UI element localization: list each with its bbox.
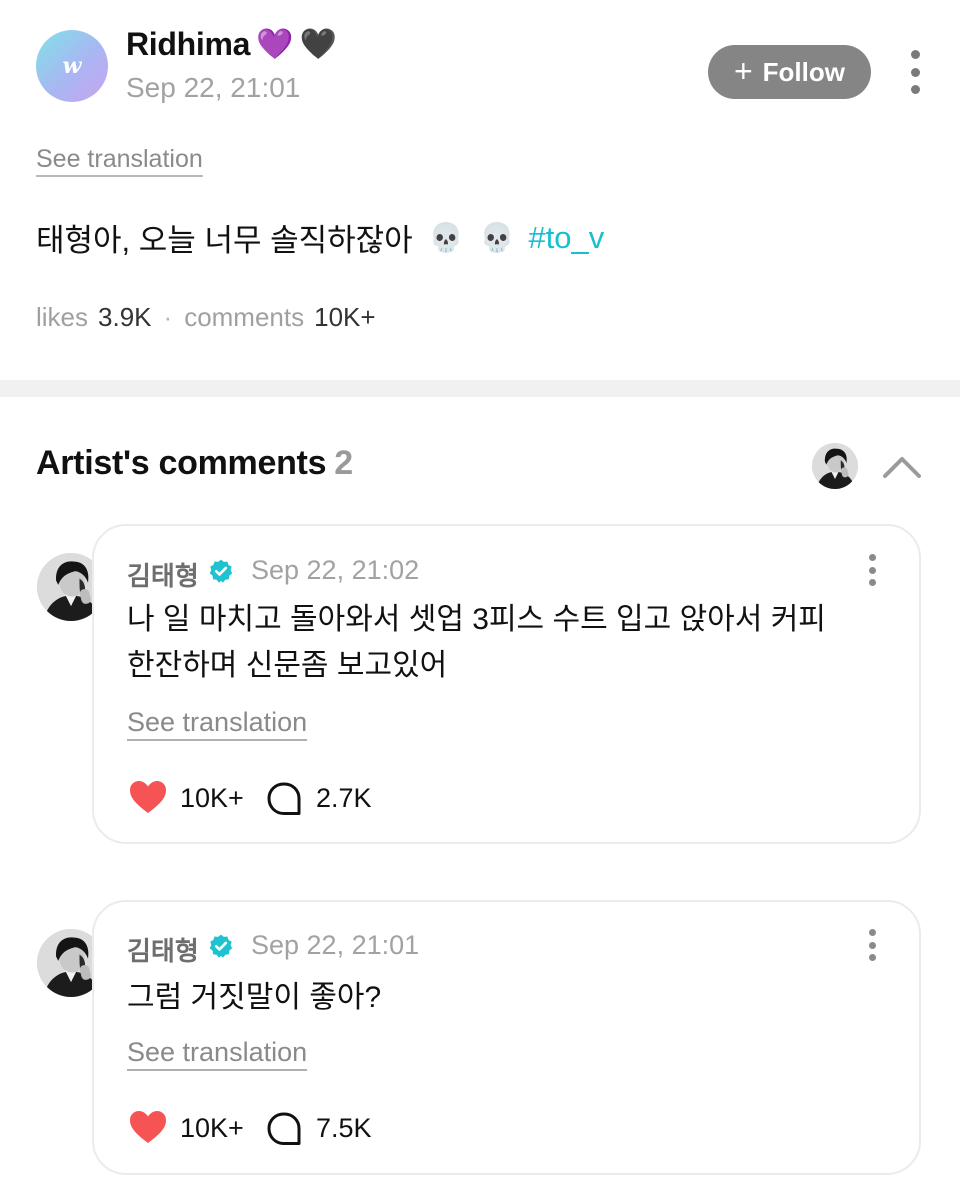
chevron-up-icon[interactable]	[880, 446, 924, 484]
reply-count: 7.5K	[316, 1113, 372, 1143]
comment-see-translation-link[interactable]: See translation	[127, 707, 307, 738]
black-heart-emoji: 🖤	[299, 26, 337, 62]
comment-text: 그럼 거짓말이 좋아?	[127, 975, 381, 1021]
plus-icon: +	[733, 52, 753, 89]
post-stats: likes 3.9K · comments 10K+	[36, 302, 376, 333]
follow-button[interactable]: + Follow	[708, 45, 871, 99]
like-count: 10K+	[180, 1113, 244, 1143]
follow-label: Follow	[762, 56, 845, 87]
likes-label: likes	[36, 302, 89, 332]
post-text: 태형아, 오늘 너무 솔직하잖아	[36, 223, 413, 258]
comments-count[interactable]: 10K+	[314, 302, 375, 333]
skull-emoji: 💀	[428, 221, 464, 254]
post-author: Ridhima 💜 🖤	[126, 26, 337, 63]
comments-label: comments	[184, 302, 305, 332]
hashtag-link[interactable]: #to_v	[528, 220, 604, 256]
comment-date: Sep 22, 21:02	[251, 555, 420, 585]
post-date: Sep 22, 21:01	[126, 72, 301, 103]
post-body: 태형아, 오늘 너무 솔직하잖아 💀 💀 #to_v	[36, 215, 604, 260]
comment-text-line: 그럼 거짓말이 좋아?	[127, 981, 382, 1014]
comment-text: 나 일 마치고 돌아와서 셋업 3피스 수트 입고 앉아서 커피 한잔하며 신문…	[127, 597, 826, 689]
like-count: 10K+	[180, 783, 244, 813]
comment-see-translation-link[interactable]: See translation	[127, 1037, 307, 1068]
commenter-name[interactable]: 김태형	[127, 931, 199, 968]
heart-icon[interactable]	[128, 779, 168, 815]
stats-separator: ·	[163, 302, 173, 332]
artist-avatar[interactable]	[812, 443, 858, 489]
skull-emoji: 💀	[479, 221, 515, 254]
artist-comment-card: 김태형 Sep 22, 21:02 나 일 마치고 돌아와서 셋업 3피스 수트…	[92, 524, 921, 844]
artist-comments-title: Artist's comments	[36, 444, 327, 482]
artist-comment-card: 김태형 Sep 22, 21:01 그럼 거짓말이 좋아? See transl…	[92, 900, 921, 1175]
commenter-name[interactable]: 김태형	[127, 556, 199, 593]
post-see-translation-link[interactable]: See translation	[36, 145, 203, 174]
purple-heart-emoji: 💜	[256, 26, 294, 62]
comment-more-options-icon[interactable]	[866, 929, 878, 961]
avatar-logo-letter: w	[62, 53, 82, 79]
post-more-options-icon[interactable]	[904, 50, 926, 94]
reply-count: 2.7K	[316, 783, 372, 813]
comment-more-options-icon[interactable]	[866, 554, 878, 586]
comment-bubble-icon[interactable]	[266, 781, 302, 817]
artist-comments-count: 2	[334, 444, 353, 482]
artist-comments-heading: Artist's comments 2	[36, 444, 353, 483]
likes-count[interactable]: 3.9K	[98, 302, 152, 333]
verified-badge-icon	[209, 559, 233, 583]
comment-text-line: 한잔하며 신문좀 보고있어	[127, 649, 448, 682]
author-name[interactable]: Ridhima	[126, 26, 250, 63]
verified-badge-icon	[209, 934, 233, 958]
comment-bubble-icon[interactable]	[266, 1111, 302, 1147]
post-author-avatar[interactable]: w	[36, 30, 108, 102]
comment-date: Sep 22, 21:01	[251, 930, 420, 960]
section-divider	[0, 380, 960, 397]
heart-icon[interactable]	[128, 1109, 168, 1145]
comment-text-line: 나 일 마치고 돌아와서 셋업 3피스 수트 입고 앉아서 커피	[127, 603, 826, 636]
